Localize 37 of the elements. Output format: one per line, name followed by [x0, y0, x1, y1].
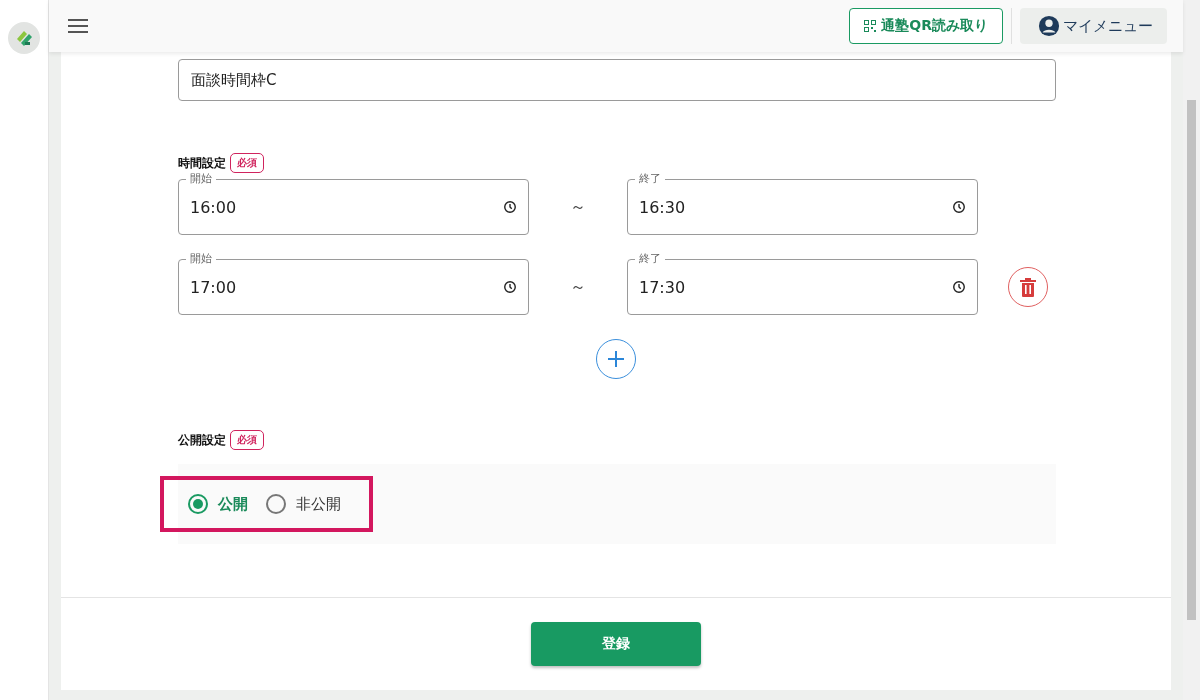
field-label: 開始 — [186, 252, 216, 266]
clock-icon[interactable] — [952, 280, 966, 294]
user-icon — [1038, 15, 1060, 37]
qr-scan-button[interactable]: 通塾QR読み取り — [849, 8, 1003, 44]
time-value: 17:30 — [639, 277, 686, 297]
plus-icon — [608, 351, 624, 367]
menu-button[interactable] — [67, 17, 89, 35]
name-field[interactable]: 面談時間枠C — [178, 59, 1056, 101]
qr-code-icon — [864, 20, 877, 32]
my-menu-button[interactable]: マイメニュー — [1020, 8, 1167, 44]
delete-button[interactable] — [1008, 267, 1048, 307]
time-value: 16:30 — [639, 197, 686, 217]
range-separator: ～ — [569, 196, 587, 218]
clock-icon[interactable] — [503, 200, 517, 214]
required-tag: 必須 — [230, 153, 264, 173]
end-time-field[interactable]: 終了 16:30 — [627, 171, 978, 235]
section-label: 公開設定 — [178, 431, 226, 449]
trash-icon — [1020, 277, 1036, 297]
clock-icon[interactable] — [952, 200, 966, 214]
field-label: 終了 — [635, 252, 665, 266]
radio-option[interactable]: 公開 — [188, 494, 248, 514]
field-label: 終了 — [635, 172, 665, 186]
end-time-field[interactable]: 終了 17:30 — [627, 251, 978, 315]
start-time-field[interactable]: 開始 16:00 — [178, 171, 529, 235]
section-label: 時間設定 — [178, 154, 226, 172]
required-tag: 必須 — [230, 430, 264, 450]
add-button[interactable] — [596, 339, 636, 379]
time-value: 17:00 — [190, 277, 237, 297]
scrollbar[interactable] — [1183, 0, 1200, 700]
clock-icon[interactable] — [503, 280, 517, 294]
register-button[interactable]: 登録 — [531, 622, 701, 666]
start-time-field[interactable]: 開始 17:00 — [178, 251, 529, 315]
field-label: 開始 — [186, 172, 216, 186]
radio-option[interactable]: 非公開 — [266, 494, 341, 514]
time-value: 16:00 — [190, 197, 237, 217]
range-separator: ～ — [569, 276, 587, 298]
logo-icon[interactable] — [8, 22, 40, 54]
